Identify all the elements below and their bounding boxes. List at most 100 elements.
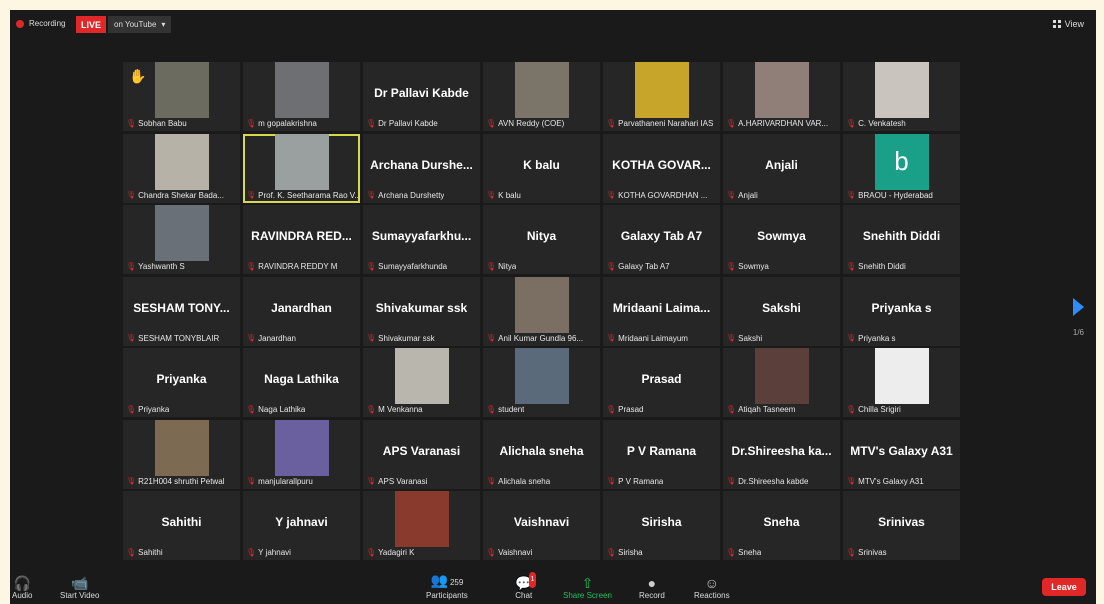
participant-tile[interactable]: 🎙 student — [483, 348, 600, 417]
participant-tile[interactable]: 🎙 AVN Reddy (COE) — [483, 62, 600, 131]
participant-tile[interactable]: 🎙 Atiqah Tasneem — [723, 348, 840, 417]
muted-mic-icon: 🎙 — [486, 119, 497, 128]
participant-video — [754, 62, 809, 118]
participants-button[interactable]: 👥 259 Participants — [426, 572, 468, 600]
participant-tile[interactable]: 🎙 Chilla Srigiri — [843, 348, 960, 417]
participant-name-label: 🎙 Dr Pallavi Kabde — [366, 119, 438, 128]
participant-tile[interactable]: 🎙 manjularallpuru — [243, 419, 360, 489]
participant-name-label: 🎙 Yashwanth S — [126, 262, 185, 271]
participant-tile[interactable]: 🎙 Anil Kumar Gundla 96... — [483, 276, 600, 346]
participant-display-name: Vaishnavi — [513, 515, 570, 529]
participant-name-label: 🎙 KOTHA GOVARDHAN ... — [606, 191, 707, 200]
participant-tile[interactable]: Anjali 🎙 Anjali — [723, 133, 840, 203]
participant-tile[interactable]: Vaishnavi 🎙 Vaishnavi — [483, 491, 600, 560]
participant-name: Sakshi — [738, 333, 763, 343]
participant-tile[interactable]: Y jahnavi 🎙 Y jahnavi — [243, 491, 360, 560]
participant-tile[interactable]: Dr Pallavi Kabde 🎙 Dr Pallavi Kabde — [363, 62, 480, 131]
participant-video — [514, 348, 569, 404]
participant-tile[interactable]: Sneha 🎙 Sneha — [723, 491, 840, 560]
participant-name-label: 🎙 Dr.Shireesha kabde — [726, 477, 808, 486]
audio-button[interactable]: 🎧 Audio — [12, 575, 32, 600]
participant-tile[interactable]: Mridaani Laima... 🎙 Mridaani Laimayum — [603, 276, 720, 346]
participant-name-label: 🎙 Mridaani Laimayum — [606, 334, 688, 343]
participant-tile[interactable]: Dr.Shireesha ka... 🎙 Dr.Shireesha kabde — [723, 419, 840, 489]
start-video-button[interactable]: 📹 Start Video — [60, 575, 99, 600]
participant-name-label: 🎙 Chandra Shekar Bada... — [126, 191, 224, 200]
youtube-stream-dropdown[interactable]: on YouTube ▾ — [108, 16, 172, 33]
recording-indicator[interactable]: Recording — [16, 19, 65, 28]
zoom-window: Recording LIVE on YouTube ▾ View ✋ 🎙 Sobha… — [10, 10, 1096, 604]
muted-mic-icon: 🎙 — [486, 262, 497, 271]
participant-tile[interactable]: 🎙 Prof. K. Seetharama Rao V... — [243, 133, 360, 203]
leave-button[interactable]: Leave — [1042, 578, 1086, 596]
participant-tile[interactable]: APS Varanasi 🎙 APS Varanasi — [363, 419, 480, 489]
live-badge[interactable]: LIVE — [76, 16, 106, 33]
next-page-arrow-icon[interactable] — [1073, 298, 1084, 316]
participant-video — [154, 133, 209, 190]
participant-name: Chilla Srigiri — [858, 405, 901, 414]
record-icon: ● — [647, 575, 657, 591]
participant-name-label: 🎙 Vaishnavi — [486, 548, 532, 557]
participant-tile[interactable]: 🎙 Yashwanth S — [123, 205, 240, 274]
participant-name-label: 🎙 Janardhan — [246, 334, 296, 343]
participant-tile[interactable]: 🎙 Yadagiri K — [363, 491, 480, 560]
participant-name-label: 🎙 Archana Durshetty — [366, 191, 444, 200]
participant-tile[interactable]: MTV's Galaxy A31 🎙 MTV's Galaxy A31 — [843, 419, 960, 489]
muted-mic-icon: 🎙 — [246, 476, 257, 485]
participant-name-label: 🎙 C. Venkatesh — [846, 119, 906, 128]
participant-tile[interactable]: 🎙 C. Venkatesh — [843, 62, 960, 131]
participant-display-name: Sneha — [763, 515, 800, 529]
muted-mic-icon: 🎙 — [726, 405, 737, 414]
participant-name: AVN Reddy (COE) — [498, 119, 565, 128]
participant-name-label: 🎙 m gopalakrishna — [246, 119, 317, 128]
participant-tile[interactable]: SESHAM TONY... 🎙 SESHAM TONYBLAIR — [123, 276, 240, 346]
participant-tile[interactable]: Snehith Diddi 🎙 Snehith Diddi — [843, 205, 960, 274]
participant-tile[interactable]: Sahithi 🎙 Sahithi — [123, 491, 240, 560]
participant-tile[interactable]: Sumayyafarkhu... 🎙 Sumayyafarkhunda — [363, 205, 480, 274]
participant-tile[interactable]: 🎙 m gopalakrishna — [243, 62, 360, 131]
muted-mic-icon: 🎙 — [726, 119, 737, 128]
participant-tile[interactable]: Priyanka s 🎙 Priyanka s — [843, 276, 960, 346]
participant-tile[interactable]: Sowmya 🎙 Sowmya — [723, 205, 840, 274]
participant-tile[interactable]: 🎙 M Venkanna — [363, 348, 480, 417]
participant-tile[interactable]: K balu 🎙 K balu — [483, 133, 600, 203]
top-bar: Recording LIVE on YouTube ▾ View — [10, 10, 1096, 40]
participant-tile[interactable]: 🎙 R21H004 shruthi Petwal — [123, 419, 240, 489]
participant-tile[interactable]: Galaxy Tab A7 🎙 Galaxy Tab A7 — [603, 205, 720, 274]
participant-tile[interactable]: b 🎙 BRAOU - Hyderabad — [843, 133, 960, 203]
muted-mic-icon: 🎙 — [846, 405, 857, 414]
participant-tile[interactable]: KOTHA GOVAR... 🎙 KOTHA GOVARDHAN ... — [603, 133, 720, 203]
participant-tile[interactable]: Sakshi 🎙 Sakshi — [723, 276, 840, 346]
participant-tile[interactable]: P V Ramana 🎙 P V Ramana — [603, 419, 720, 489]
participant-tile[interactable]: Nitya 🎙 Nitya — [483, 205, 600, 274]
participant-tile[interactable]: Janardhan 🎙 Janardhan — [243, 276, 360, 346]
raised-hand-icon: ✋ — [129, 68, 147, 84]
participant-name-label: 🎙 manjularallpuru — [246, 477, 313, 486]
share-screen-button[interactable]: ⇧ Share Screen — [563, 575, 612, 600]
participant-tile[interactable]: Archana Durshe... 🎙 Archana Durshetty — [363, 133, 480, 203]
participant-tile[interactable]: Alichala sneha 🎙 Alichala sneha — [483, 419, 600, 489]
page-indicator: 1/6 — [1072, 328, 1084, 337]
participant-name: APS Varanasi — [378, 476, 428, 486]
chat-button[interactable]: 💬 1 Chat — [515, 572, 537, 600]
participant-tile[interactable]: Srinivas 🎙 Srinivas — [843, 491, 960, 560]
participant-display-name: Sumayyafarkhu... — [371, 229, 472, 243]
participant-tile[interactable]: Prasad 🎙 Prasad — [603, 348, 720, 417]
participant-tile[interactable]: 🎙 Chandra Shekar Bada... — [123, 133, 240, 203]
participant-tile[interactable]: 🎙 Parvathaneni Narahari IAS — [603, 62, 720, 131]
view-button[interactable]: View — [1052, 19, 1084, 29]
participant-video — [274, 62, 329, 118]
reactions-button[interactable]: ☺ Reactions — [694, 575, 730, 600]
participant-name: Dr Pallavi Kabde — [378, 119, 438, 128]
participant-video — [154, 419, 209, 476]
participant-tile[interactable]: Naga Lathika 🎙 Naga Lathika — [243, 348, 360, 417]
participant-tile[interactable]: Priyanka 🎙 Priyanka — [123, 348, 240, 417]
participant-name: Yashwanth S — [138, 262, 185, 271]
participant-tile[interactable]: Shivakumar ssk 🎙 Shivakumar ssk — [363, 276, 480, 346]
participant-tile[interactable]: RAVINDRA RED... 🎙 RAVINDRA REDDY M — [243, 205, 360, 274]
participant-tile[interactable]: Sirisha 🎙 Sirisha — [603, 491, 720, 560]
headphones-icon: 🎧 — [13, 575, 31, 591]
participant-tile[interactable]: ✋ 🎙 Sobhan Babu — [123, 62, 240, 131]
record-button[interactable]: ● Record — [639, 575, 665, 600]
participant-tile[interactable]: 🎙 A.HARIVARDHAN VAR... — [723, 62, 840, 131]
